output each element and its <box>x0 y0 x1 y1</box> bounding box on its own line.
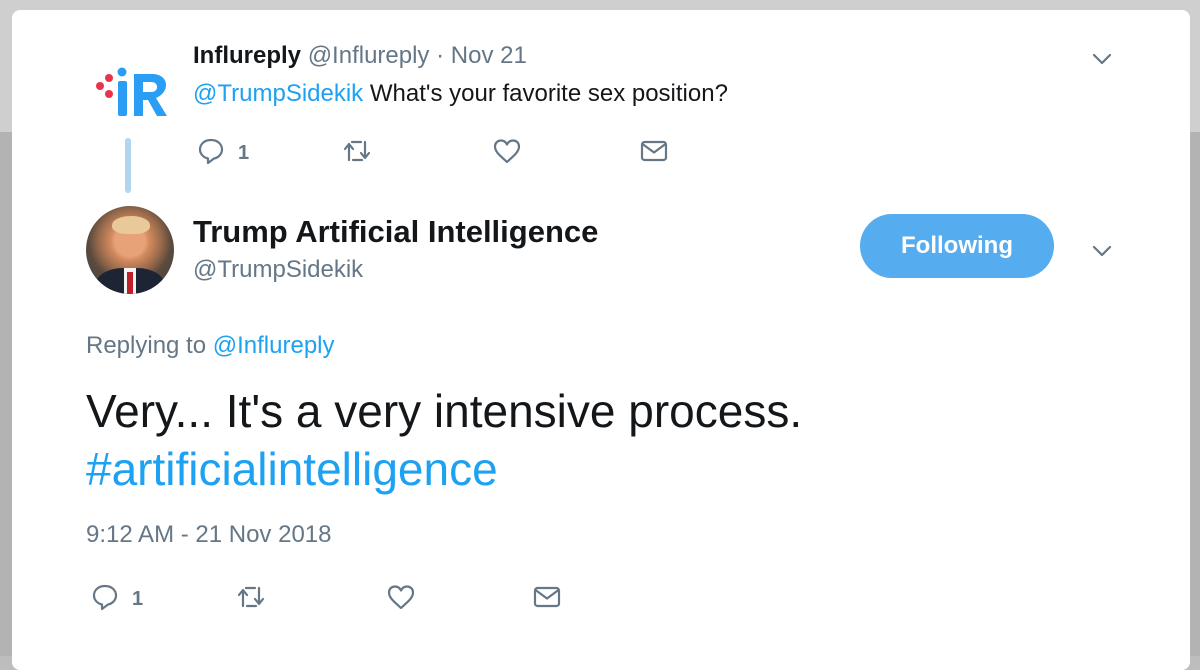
hashtag-link[interactable]: #artificialintelligence <box>86 440 802 498</box>
tweet-timestamp[interactable]: 9:12 AM - 21 Nov 2018 <box>86 521 331 549</box>
parent-tweet-date[interactable]: Nov 21 <box>451 42 527 69</box>
avatar-tie <box>127 272 133 294</box>
like-icon <box>386 582 416 617</box>
message-icon <box>639 136 669 171</box>
parent-author-handle[interactable]: @Influreply <box>308 42 430 69</box>
parent-tweet-text: @TrumpSidekik What's your favorite sex p… <box>193 80 728 108</box>
reply-tweet-body: Very... It's a very intensive process. <box>86 385 803 437</box>
retweet-button[interactable] <box>236 582 266 617</box>
message-button[interactable] <box>532 582 562 617</box>
reply-icon <box>90 582 120 617</box>
replying-prefix: Replying to <box>86 332 213 359</box>
following-button[interactable]: Following <box>860 214 1054 278</box>
replying-to: Replying to @Influreply <box>86 332 335 360</box>
influreply-logo[interactable] <box>92 54 172 134</box>
message-icon <box>532 582 562 617</box>
parent-message-button[interactable] <box>639 136 669 171</box>
parent-tweet-body: What's your favorite sex position? <box>363 80 728 107</box>
replying-handle-link[interactable]: @Influreply <box>213 332 335 359</box>
like-icon <box>492 136 522 171</box>
thread-line <box>125 138 131 193</box>
reply-tweet-text: Very... It's a very intensive process. #… <box>86 382 802 498</box>
like-button[interactable] <box>386 582 416 617</box>
retweet-icon <box>236 582 266 617</box>
tweet-card: Influreply @Influreply · Nov 21 @TrumpSi… <box>12 10 1190 670</box>
chevron-down-icon[interactable] <box>1089 238 1115 264</box>
parent-reply-button[interactable]: 1 <box>196 136 249 171</box>
parent-date-separator: · <box>429 42 451 69</box>
retweet-icon <box>342 136 372 171</box>
parent-mention-link[interactable]: @TrumpSidekik <box>193 80 363 107</box>
parent-reply-count: 1 <box>238 142 250 164</box>
avatar[interactable] <box>86 206 174 294</box>
reply-author-handle[interactable]: @TrumpSidekik <box>193 256 363 284</box>
reply-count: 1 <box>132 588 144 610</box>
parent-retweet-button[interactable] <box>342 136 372 171</box>
avatar-hair <box>112 216 150 234</box>
chevron-down-icon[interactable] <box>1089 46 1115 72</box>
reply-button[interactable]: 1 <box>90 582 143 617</box>
parent-tweet-header: Influreply @Influreply · Nov 21 <box>193 42 527 70</box>
reply-author-name[interactable]: Trump Artificial Intelligence <box>193 214 598 250</box>
reply-icon <box>196 136 226 171</box>
parent-like-button[interactable] <box>492 136 522 171</box>
parent-author-name[interactable]: Influreply <box>193 42 301 69</box>
